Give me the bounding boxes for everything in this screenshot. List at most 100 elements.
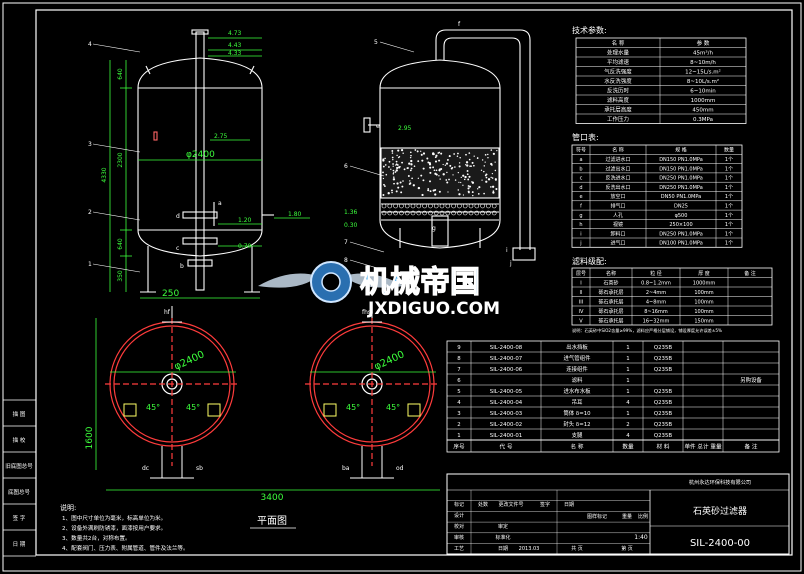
media-grain [491, 177, 494, 179]
media-grain [442, 163, 444, 166]
media-grain [481, 179, 483, 181]
table-cell: III [579, 299, 583, 305]
media-grain [384, 185, 386, 188]
table-cell: SIL-2400-08 [490, 345, 523, 351]
media-grain [391, 150, 394, 152]
media-grain [390, 168, 392, 170]
media-grain [484, 153, 487, 156]
table-cell: 100mm [694, 309, 713, 315]
media-grain [454, 166, 456, 168]
media-grain [428, 163, 432, 166]
plan-diameter-right: φ2400 [373, 349, 407, 373]
title-label: 处数 [478, 501, 488, 508]
media-grain [462, 174, 465, 177]
section-bottom-tag: i [506, 247, 508, 254]
rule [349, 241, 385, 253]
table-cell: 反洗历时 [607, 86, 630, 94]
title-label: 工艺 [454, 546, 464, 552]
section-callout: 7 [344, 239, 348, 246]
table-cell: 6 [457, 378, 461, 384]
table-cell: DN250 PN1.0MPa [659, 176, 703, 182]
media-grain [420, 174, 423, 177]
gravel-stone [457, 203, 462, 209]
table-cell: c [580, 176, 583, 182]
table-cell: 1 [626, 356, 629, 362]
plan-view-left [105, 318, 240, 466]
media-grain [433, 169, 436, 171]
left-panel-cell: 底图总号 [8, 488, 31, 496]
table-cell: 45m³/h [693, 49, 713, 56]
media-grain [468, 175, 471, 178]
media-grain [484, 161, 486, 163]
table-cell: SIL-2400-05 [490, 389, 522, 395]
table-cell: 卸料口 [610, 230, 625, 237]
media-grain [392, 173, 395, 175]
media-grain [462, 184, 464, 186]
media-grain [409, 169, 412, 172]
section-outlet-pipe [435, 29, 531, 250]
media-grain [420, 153, 423, 156]
table-cell: 1个 [725, 222, 733, 228]
plan-details [123, 306, 421, 479]
front-callout: 1 [88, 261, 92, 268]
title-label: 审定 [498, 523, 508, 530]
table-cell: 1 [626, 389, 629, 395]
title-label: 标记 [454, 501, 464, 508]
table-cell: SIL-2400-01 [490, 433, 522, 439]
media-grain [495, 187, 498, 191]
title-label: 更改文件号 [498, 501, 523, 508]
table-cell: 450mm [692, 107, 713, 113]
media-grain [446, 158, 449, 161]
section-nozzle-tag: e [376, 123, 380, 130]
media-grain [446, 171, 448, 174]
table-header-cell: 数量 [724, 147, 734, 154]
left-panel-cell: 描 图 [13, 410, 26, 418]
table-cell: 1000mm [693, 280, 716, 286]
media-grain [410, 163, 413, 166]
front-nozzle-tag: d [176, 213, 180, 220]
table-cell: a [579, 157, 582, 163]
table-header-cell: 备 注 [745, 443, 758, 451]
media-grain [432, 152, 435, 155]
media-grain [438, 175, 440, 177]
table-cell: SIL-2400-03 [490, 411, 522, 417]
table-cell: Q235B [654, 422, 673, 428]
media-grain [422, 179, 425, 182]
table-cell: DN150 PN1.0MPa [659, 157, 703, 163]
front-nozzle-tag: b [180, 263, 184, 270]
media-grain [399, 181, 402, 184]
media-grain [427, 161, 430, 164]
title-block: 杭州永达环保科技有限公司石英砂过滤器 SIL-2400-00 标记 处数 更改文件号 签字… [446, 473, 790, 555]
media-grain [391, 191, 393, 194]
media-grain [432, 166, 435, 169]
table-cell: g [579, 213, 582, 219]
table-cell: 进气管组件 [564, 354, 592, 362]
rule [349, 165, 385, 177]
front-dim: 4.33 [228, 50, 242, 57]
title-company: 杭州永达环保科技有限公司 [689, 478, 751, 486]
gravel-stone [428, 203, 433, 209]
table-cell: Q235B [654, 389, 673, 395]
plan-left-tag: dc [142, 465, 149, 472]
rule [92, 143, 141, 153]
table-cell: 1个 [725, 194, 733, 200]
media-grain [396, 166, 399, 170]
media-grain [496, 150, 498, 152]
gravel-stone [462, 203, 468, 209]
plan-angle: 45° [386, 403, 400, 412]
media-grain [400, 149, 404, 152]
media-grain [414, 149, 417, 151]
watermark-brand: 机械帝国 [360, 265, 480, 300]
media-grain [487, 153, 489, 156]
media-grain [465, 153, 467, 156]
gravel-stone [486, 203, 491, 209]
media-grain [395, 160, 398, 163]
table-cell: Q235B [654, 433, 673, 439]
media-grain [485, 180, 488, 183]
table-header-cell: 备 注 [744, 270, 756, 277]
table-cell: 0.8~1.2mm [641, 280, 671, 286]
table-cell: SIL-2400-06 [490, 367, 523, 373]
media-grain [392, 178, 396, 181]
media-grain [400, 191, 403, 194]
table-header-cell: 代 号 [500, 443, 513, 451]
